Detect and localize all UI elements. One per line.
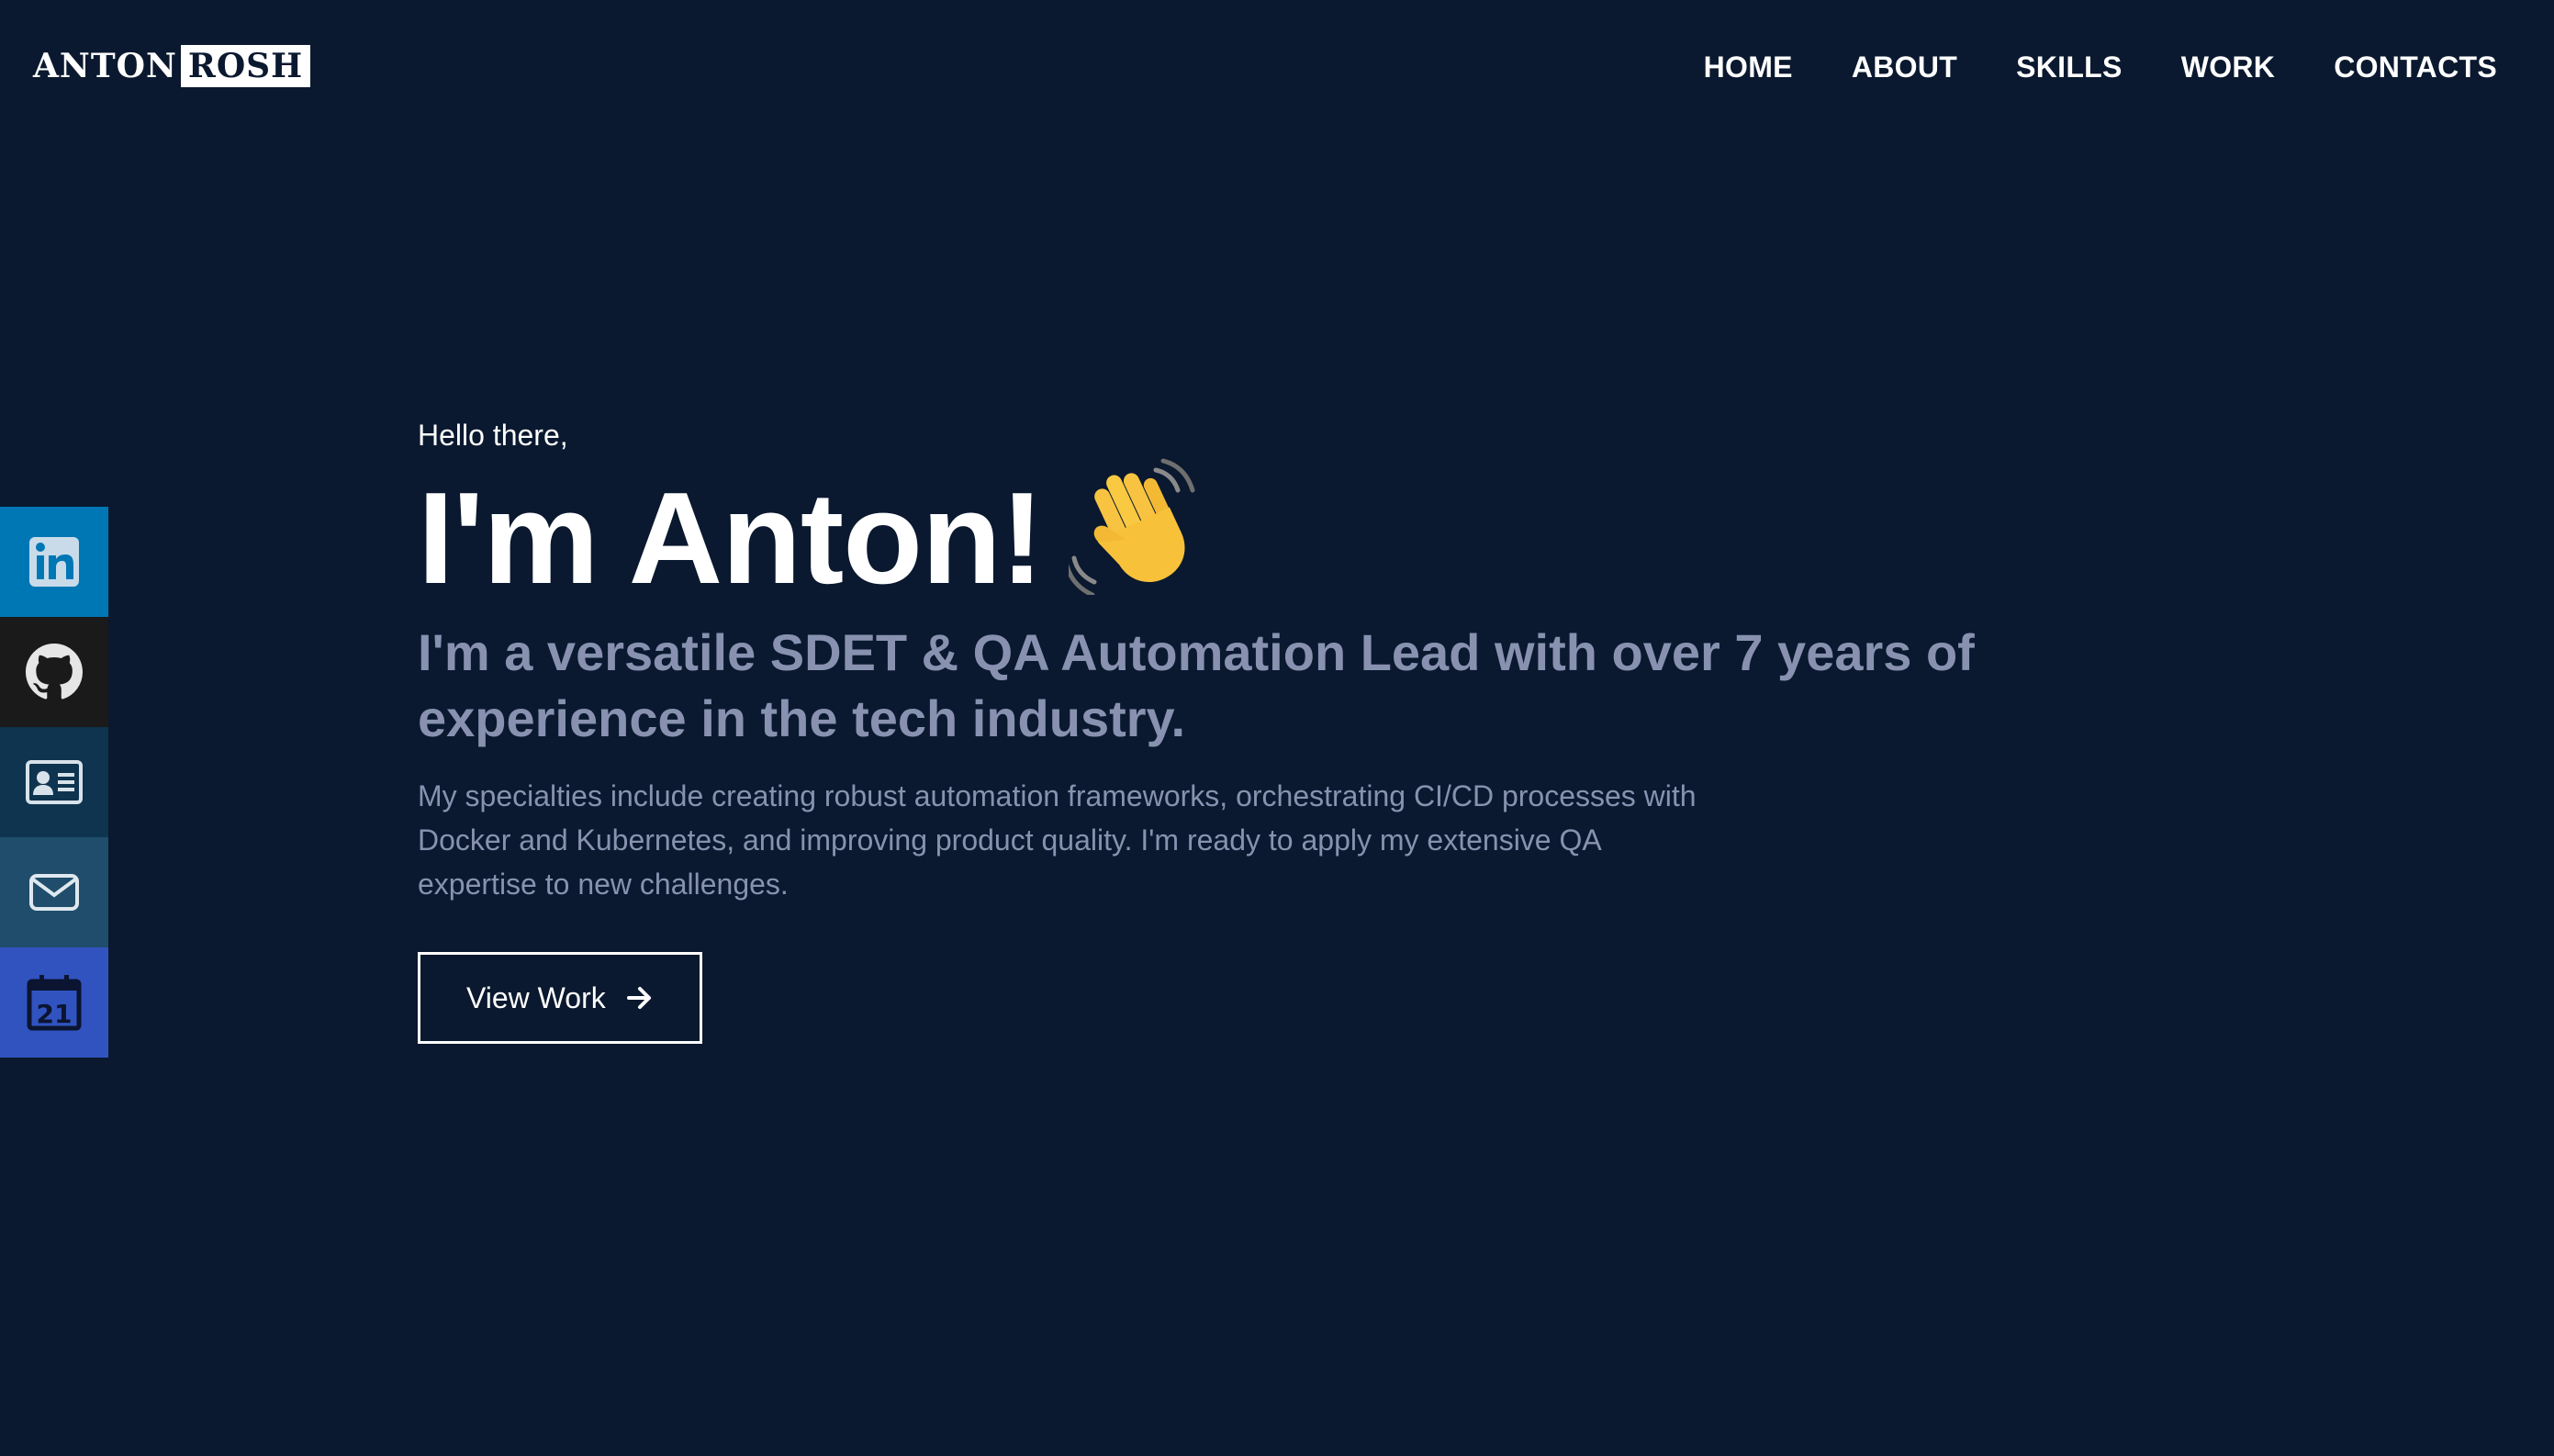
main-nav: HOME ABOUT SKILLS WORK CONTACTS <box>1704 48 2497 86</box>
social-sidebar: 21 <box>0 507 108 1058</box>
github-icon <box>26 644 83 700</box>
hero-title-text: I'm Anton! <box>418 465 1044 611</box>
contact-card-link[interactable] <box>0 727 108 837</box>
site-logo[interactable]: ANTON ROSH <box>33 45 311 87</box>
view-work-label: View Work <box>466 980 606 1014</box>
contact-card-icon <box>26 760 83 804</box>
logo-second-word: ROSH <box>180 45 311 87</box>
github-link[interactable] <box>0 617 108 727</box>
hero-title: I'm Anton! <box>418 457 2162 620</box>
linkedin-link[interactable] <box>0 507 108 617</box>
mail-icon <box>29 874 79 911</box>
nav-contacts[interactable]: CONTACTS <box>2334 48 2497 86</box>
hero-subtitle: I'm a versatile SDET & QA Automation Lea… <box>418 623 1975 747</box>
nav-skills[interactable]: SKILLS <box>2016 48 2123 86</box>
email-link[interactable] <box>0 837 108 947</box>
calendar-icon: 21 <box>27 975 82 1031</box>
waving-hand-icon <box>1064 457 1206 620</box>
logo-first-word: ANTON <box>33 47 177 85</box>
nav-about[interactable]: ABOUT <box>1852 48 1957 86</box>
calendar-link[interactable]: 21 <box>0 947 108 1058</box>
view-work-button[interactable]: View Work <box>418 952 702 1044</box>
hero-description: My specialties include creating robust a… <box>418 779 1697 901</box>
page: ANTON ROSH HOME ABOUT SKILLS WORK CONTAC… <box>0 0 2554 1456</box>
calendar-day: 21 <box>37 999 73 1029</box>
hero-section: Hello there, I'm Anton! I'm a versatile … <box>418 413 2162 1044</box>
nav-work[interactable]: WORK <box>2181 48 2276 86</box>
linkedin-icon <box>29 537 79 587</box>
arrow-right-icon <box>626 987 651 1009</box>
nav-home[interactable]: HOME <box>1704 48 1793 86</box>
hero-greeting: Hello there, <box>418 419 568 452</box>
